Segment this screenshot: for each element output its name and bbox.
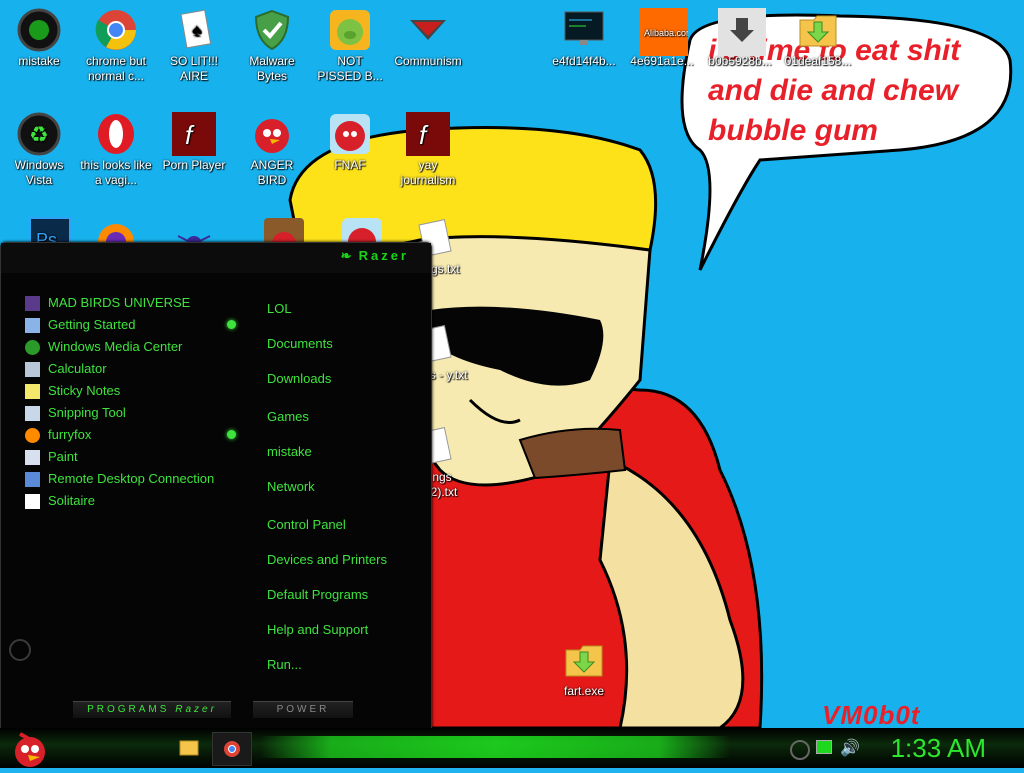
paint-icon xyxy=(25,450,40,466)
speech-bubble-line-3: bubble gum xyxy=(708,114,878,147)
program-item-paint[interactable]: Paint xyxy=(25,447,78,467)
svg-text:♠: ♠ xyxy=(192,20,202,40)
programs-button[interactable]: PROGRAMS Razer xyxy=(73,701,231,718)
start-menu-footer: PROGRAMS Razer POWER xyxy=(1,691,431,728)
game-icon xyxy=(25,296,40,312)
wallpaper-signature: VM0b0t xyxy=(822,700,921,728)
place-lol[interactable]: LOL xyxy=(267,301,292,316)
download-icon xyxy=(718,8,766,56)
desktop-icon-yay-journalism[interactable]: f yay journalism xyxy=(392,112,464,188)
desktop[interactable]: i's time to eat shit and die and chew bu… xyxy=(0,0,1024,728)
alibaba-icon: Alibaba.com xyxy=(640,8,694,56)
program-item-sticky-notes[interactable]: Sticky Notes xyxy=(25,381,120,401)
start-menu-header: ❧ Razer xyxy=(1,243,431,273)
desktop-icon-windows-vista[interactable]: ♻ Windows Vista xyxy=(3,112,75,188)
place-documents[interactable]: Documents xyxy=(267,336,333,351)
place-games[interactable]: Games xyxy=(267,409,309,424)
desktop-icon-so-lit[interactable]: ♠ SO LIT!!! AIRE xyxy=(158,8,230,84)
folder-download-icon xyxy=(796,8,840,52)
opera-icon xyxy=(94,112,138,156)
program-item-media-center[interactable]: Windows Media Center xyxy=(25,337,182,357)
taskbar-clock[interactable]: 1:33 AM xyxy=(891,732,986,764)
start-button[interactable] xyxy=(4,728,52,768)
desktop-icon-fart-exe[interactable]: fart.exe xyxy=(548,638,620,699)
taskbar-glow xyxy=(260,736,730,758)
flash-icon: f xyxy=(172,112,216,156)
place-downloads[interactable]: Downloads xyxy=(267,371,331,386)
desktop-icon-not-pissed[interactable]: NOT PISSED B... xyxy=(314,8,386,84)
place-control-panel[interactable]: Control Panel xyxy=(267,517,346,532)
program-item-mad-birds[interactable]: MAD BIRDS UNIVERSE xyxy=(25,293,190,313)
program-item-calculator[interactable]: Calculator xyxy=(25,359,107,379)
folder-download-icon xyxy=(562,638,606,682)
red-emblem-icon xyxy=(406,8,450,52)
solitaire-icon xyxy=(25,494,40,510)
desktop-icon-01deaf158[interactable]: 01deaf158... xyxy=(782,8,854,69)
terminal-screenshot-icon xyxy=(562,8,606,52)
shield-check-icon xyxy=(250,8,294,52)
place-mistake[interactable]: mistake xyxy=(267,444,312,459)
place-devices-printers[interactable]: Devices and Printers xyxy=(267,552,387,567)
razer-eye-icon xyxy=(9,639,31,661)
desktop-icon-opera[interactable]: this looks like a vagi... xyxy=(80,112,152,188)
tray-razer-icon[interactable] xyxy=(790,740,810,760)
desktop-icon-4e691a1e[interactable]: Alibaba.com 4e691a1e... xyxy=(626,8,698,69)
desktop-icon-fnaf[interactable]: FNAF xyxy=(314,112,386,173)
razer-snake-icon: ❧ xyxy=(340,248,355,263)
start-menu: ❧ Razer MAD BIRDS UNIVERSE Getting Starte… xyxy=(0,242,432,728)
tray-volume-icon[interactable]: 🔊 xyxy=(840,738,860,758)
furryfox-submenu-arrow[interactable] xyxy=(227,430,236,439)
program-item-snipping-tool[interactable]: Snipping Tool xyxy=(25,403,126,423)
calculator-icon xyxy=(25,362,40,378)
angry-pig-icon xyxy=(328,8,372,52)
desktop-icon-chrome[interactable]: chrome but normal c... xyxy=(80,8,152,84)
svg-text:♻: ♻ xyxy=(29,122,49,147)
getting-started-icon xyxy=(25,318,40,334)
firefox-icon xyxy=(25,428,40,444)
getting-started-submenu-arrow[interactable] xyxy=(227,320,236,329)
desktop-icon-porn-player[interactable]: f Porn Player xyxy=(158,112,230,173)
angry-bird-icon xyxy=(250,112,294,156)
desktop-icon-b0b5928b[interactable]: b0b5928b... xyxy=(704,8,776,69)
desktop-icon-mistake[interactable]: mistake xyxy=(3,8,75,69)
flash-icon: f xyxy=(406,112,450,156)
tray-network-icon[interactable] xyxy=(816,740,832,754)
explorer-icon xyxy=(179,740,199,756)
chrome-icon xyxy=(94,8,138,52)
taskbar-chrome[interactable] xyxy=(212,732,252,766)
media-center-icon xyxy=(25,340,40,356)
scissors-icon xyxy=(25,406,40,422)
desktop-icon-anger-bird[interactable]: ANGER BIRD xyxy=(236,112,308,188)
desktop-icon-e4fd14f4b[interactable]: e4fd14f4b... xyxy=(548,8,620,69)
chrome-icon xyxy=(224,741,240,757)
angry-bird-icon xyxy=(328,112,372,156)
place-default-programs[interactable]: Default Programs xyxy=(267,587,368,602)
razer-logo: ❧ Razer xyxy=(340,248,409,263)
program-item-getting-started[interactable]: Getting Started xyxy=(25,315,135,335)
desktop-icon-communism[interactable]: Communism xyxy=(392,8,464,69)
program-item-remote-desktop[interactable]: Remote Desktop Connection xyxy=(25,469,214,489)
playing-card-icon: ♠ xyxy=(172,8,216,52)
speech-bubble-line-2: and die and chew xyxy=(708,74,959,107)
place-run[interactable]: Run... xyxy=(267,657,302,672)
recycle-bin-icon: ♻ xyxy=(17,112,61,156)
taskbar-explorer[interactable] xyxy=(170,732,208,764)
place-network[interactable]: Network xyxy=(267,479,315,494)
power-button[interactable]: POWER xyxy=(253,701,353,718)
program-item-solitaire[interactable]: Solitaire xyxy=(25,491,95,511)
remote-desktop-icon xyxy=(25,472,40,488)
taskbar: 🔊 1:33 AM xyxy=(0,728,1024,768)
sticky-notes-icon xyxy=(25,384,40,400)
svg-text:Alibaba.com: Alibaba.com xyxy=(644,28,688,38)
desktop-icon-malwarebytes[interactable]: Malware Bytes xyxy=(236,8,308,84)
program-item-furryfox[interactable]: furryfox xyxy=(25,425,91,445)
razer-black-icon xyxy=(17,8,61,52)
angry-bird-icon xyxy=(15,732,45,767)
place-help-support[interactable]: Help and Support xyxy=(267,622,368,637)
